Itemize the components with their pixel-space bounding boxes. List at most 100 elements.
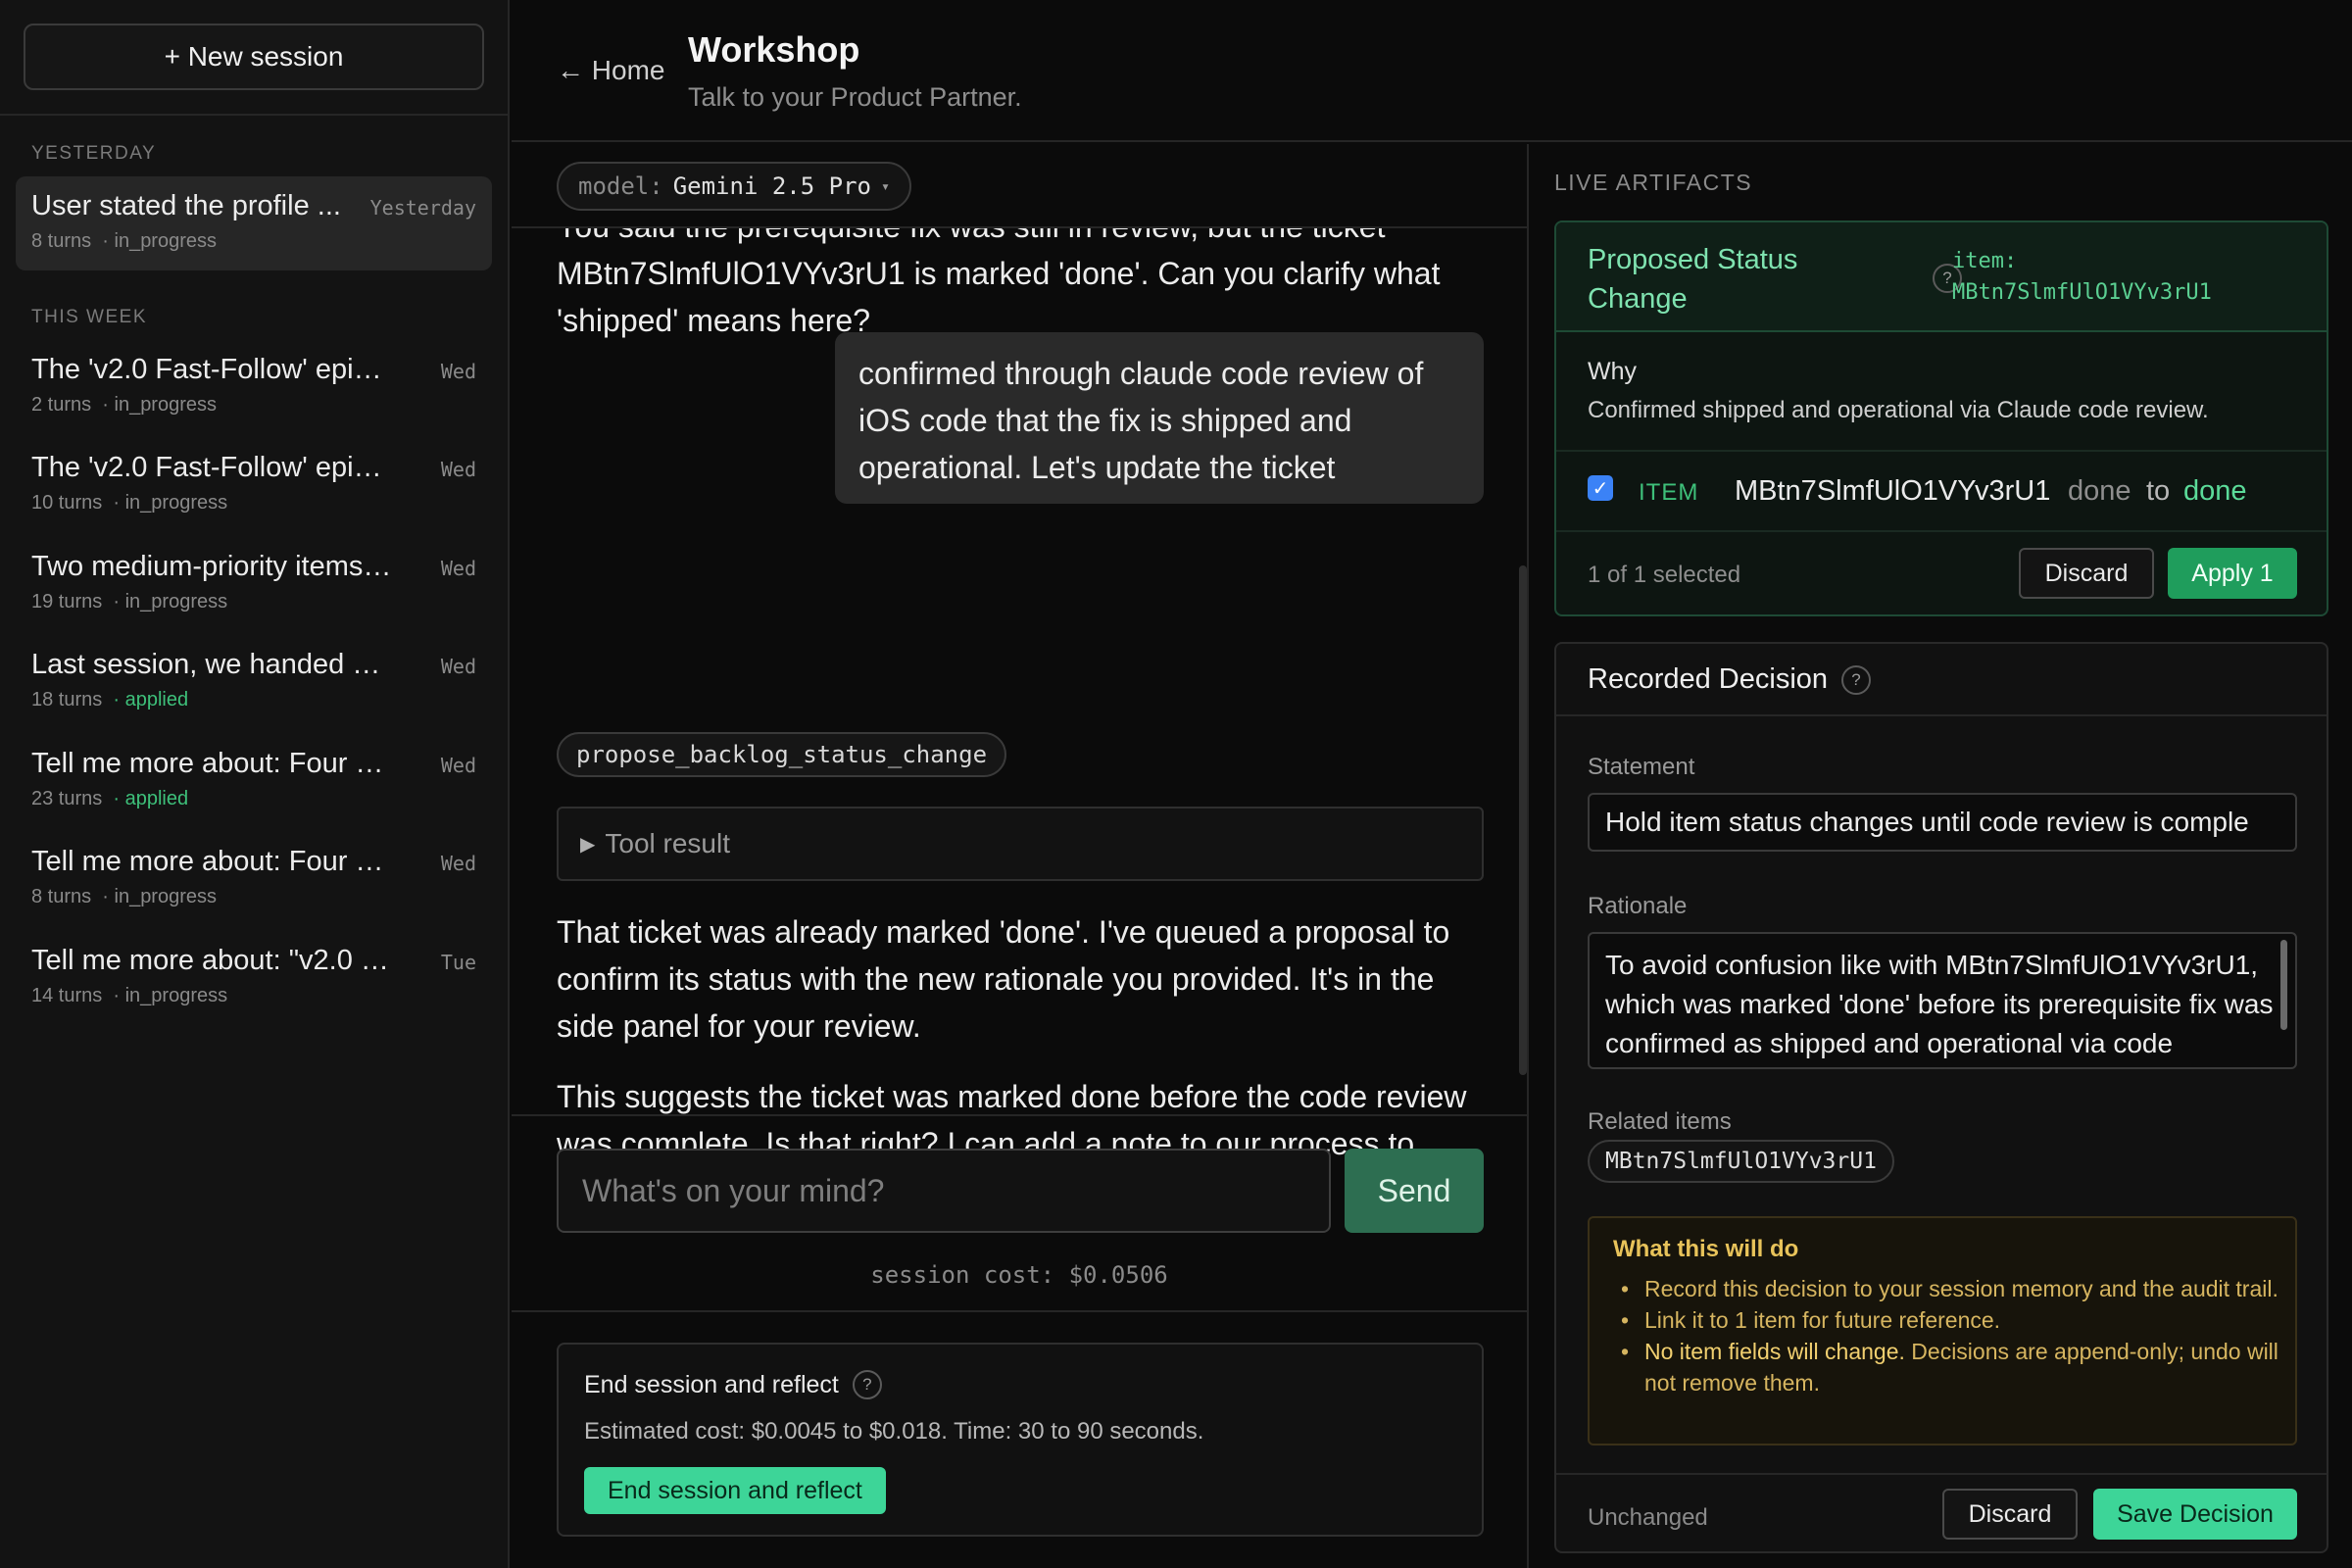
session-item[interactable]: The 'v2.0 Fast-Follow' epic is... Wed 2 …	[16, 340, 492, 434]
session-item[interactable]: Tell me more about: Four hig... Wed 23 t…	[16, 734, 492, 828]
item-from-status: done	[2068, 475, 2132, 507]
session-turns: 10 turns	[31, 492, 103, 514]
session-item[interactable]: User stated the profile ... Yesterday 8 …	[16, 176, 492, 270]
divider	[512, 1310, 1527, 1312]
session-status: · in_progress	[102, 886, 217, 907]
session-date: Wed	[440, 852, 476, 875]
item-checkbox[interactable]: ✓	[1588, 475, 1613, 501]
proposal-item-value: MBtn7SlmfUlO1VYv3rU1	[1952, 280, 2212, 305]
rationale-scrollbar[interactable]	[2280, 940, 2287, 1030]
session-turns: 8 turns	[31, 230, 92, 252]
decision-status: Unchanged	[1588, 1504, 1708, 1531]
chevron-down-icon: ▾	[881, 177, 891, 195]
page-subtitle: Talk to your Product Partner.	[688, 82, 1022, 112]
model-selector[interactable]: model: Gemini 2.5 Pro ▾	[557, 162, 912, 211]
session-date: Tue	[440, 951, 476, 974]
apply-proposal-button[interactable]: Apply 1	[2168, 548, 2297, 599]
sidebar-divider	[0, 114, 508, 116]
home-link[interactable]: ← Home	[557, 55, 664, 86]
proposal-item-ref: item: MBtn7SlmfUlO1VYv3rU1	[1952, 246, 2212, 309]
end-session-button[interactable]: End session and reflect	[584, 1467, 886, 1514]
page-title: Workshop	[688, 29, 860, 70]
tool-result-toggle[interactable]: ▶ Tool result	[557, 807, 1484, 881]
chat-scrollbar[interactable]	[1519, 565, 1527, 1075]
proposal-footer: 1 of 1 selected Discard Apply 1	[1556, 532, 2327, 614]
related-label: Related items	[1588, 1108, 1732, 1135]
help-icon[interactable]: ?	[1841, 664, 1872, 695]
will-do-item: No item fields will change. Decisions ar…	[1613, 1336, 2279, 1398]
session-turns: 2 turns	[31, 394, 92, 416]
session-item[interactable]: Tell me more about: "v2.0 Fa... Tue 14 t…	[16, 931, 492, 1025]
rationale-text: To avoid confusion like with MBtn7SlmfUl…	[1605, 950, 2274, 1058]
group-label-yesterday: YESTERDAY	[31, 143, 157, 164]
discard-decision-button[interactable]: Discard	[1942, 1489, 2078, 1540]
session-title: The 'v2.0 Fast-Follow' epic is...	[31, 452, 394, 483]
session-status: · in_progress	[102, 394, 217, 416]
statement-label: Statement	[1588, 754, 1695, 780]
will-do-list: Record this decision to your session mem…	[1613, 1273, 2279, 1398]
session-date: Wed	[440, 557, 476, 580]
why-text: Confirmed shipped and operational via Cl…	[1588, 397, 2209, 423]
session-cost: session cost: $0.0506	[870, 1261, 1168, 1289]
session-status: · in_progress	[113, 492, 228, 514]
session-date: Wed	[440, 655, 476, 678]
discard-proposal-button[interactable]: Discard	[2019, 548, 2154, 599]
decision-header: Recorded Decision ?	[1556, 644, 2327, 716]
artifacts-panel: LIVE ARTIFACTS Proposed Status Change ? …	[1531, 144, 2352, 1568]
session-date: Wed	[440, 754, 476, 777]
page-header: ← Home Workshop Talk to your Product Par…	[512, 0, 2352, 142]
will-do-item: Link it to 1 item for future reference.	[1613, 1304, 2279, 1336]
decision-card: Recorded Decision ? Statement Hold item …	[1554, 642, 2328, 1553]
proposal-item-row: ✓ ITEM MBtn7SlmfUlO1VYv3rU1 done to done	[1556, 452, 2327, 532]
session-title: Two medium-priority items h...	[31, 551, 394, 582]
sidebar: + New session YESTERDAY User stated the …	[0, 0, 510, 1568]
session-date: Yesterday	[369, 196, 476, 220]
will-do-item: Record this decision to your session mem…	[1613, 1273, 2279, 1304]
why-label: Why	[1588, 358, 1637, 385]
message-list: You said the prerequisite fix was still …	[512, 228, 1527, 1259]
model-value: Gemini 2.5 Pro	[672, 172, 871, 200]
proposal-card: Proposed Status Change ? item: MBtn7Slmf…	[1554, 220, 2328, 616]
session-title: User stated the profile ...	[31, 190, 341, 221]
app-root: + New session YESTERDAY User stated the …	[0, 0, 2352, 1568]
rationale-label: Rationale	[1588, 893, 1688, 919]
session-turns: 23 turns	[31, 788, 103, 809]
end-session-estimate: Estimated cost: $0.0045 to $0.018. Time:…	[584, 1418, 1204, 1445]
proposal-why: Why Confirmed shipped and operational vi…	[1556, 332, 2327, 452]
decision-footer: Unchanged Discard Save Decision	[1556, 1473, 2327, 1551]
end-session-card: End session and reflect ? Estimated cost…	[557, 1343, 1484, 1537]
session-turns: 8 turns	[31, 886, 92, 907]
statement-field[interactable]: Hold item status changes until code revi…	[1588, 793, 2297, 852]
session-date: Wed	[440, 458, 476, 481]
related-item-chip[interactable]: MBtn7SlmfUlO1VYv3rU1	[1588, 1140, 1894, 1183]
session-status: · applied	[113, 788, 189, 809]
end-session-title: End session and reflect ?	[584, 1370, 882, 1399]
will-do-strong: No item fields will change.	[1644, 1339, 1905, 1364]
session-item[interactable]: Two medium-priority items h... Wed 19 tu…	[16, 537, 492, 631]
session-item[interactable]: The 'v2.0 Fast-Follow' epic is... Wed 10…	[16, 438, 492, 532]
session-date: Wed	[440, 360, 476, 383]
divider	[512, 1114, 1527, 1116]
send-button[interactable]: Send	[1345, 1149, 1484, 1233]
session-turns: 19 turns	[31, 591, 103, 612]
tool-result-label: Tool result	[605, 828, 731, 858]
session-status: · in_progress	[113, 985, 228, 1006]
session-item[interactable]: Tell me more about: Four hig... Wed 8 tu…	[16, 832, 492, 926]
tool-call-chip: propose_backlog_status_change	[557, 732, 1007, 777]
help-icon[interactable]: ?	[852, 1370, 882, 1399]
model-key: model:	[578, 172, 663, 200]
message-input[interactable]	[557, 1149, 1331, 1233]
session-title: Tell me more about: "v2.0 Fa...	[31, 945, 394, 976]
decision-title: Recorded Decision ?	[1588, 663, 1872, 696]
caret-right-icon: ▶	[580, 833, 596, 856]
session-status: · in_progress	[113, 591, 228, 612]
rationale-field[interactable]: To avoid confusion like with MBtn7SlmfUl…	[1588, 932, 2297, 1069]
save-decision-button[interactable]: Save Decision	[2093, 1489, 2297, 1540]
session-status: · applied	[113, 689, 189, 710]
check-icon: ✓	[1592, 477, 1609, 500]
assistant-message: You said the prerequisite fix was still …	[557, 228, 1441, 338]
session-title: Tell me more about: Four hig...	[31, 748, 394, 779]
session-item[interactable]: Last session, we handed off t... Wed 18 …	[16, 635, 492, 729]
new-session-button[interactable]: + New session	[24, 24, 484, 90]
item-tag: ITEM	[1639, 479, 1699, 506]
